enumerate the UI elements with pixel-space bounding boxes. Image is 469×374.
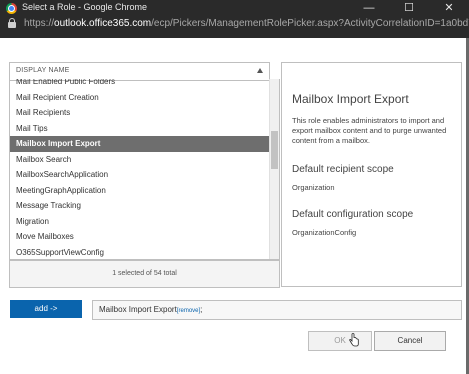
url-host: outlook.office365.com <box>54 18 152 29</box>
url-path: /ecp/Pickers/ManagementRolePicker.aspx?A… <box>151 18 469 29</box>
list-item[interactable]: O365SupportViewConfig <box>10 245 269 260</box>
list-item[interactable]: Mail Enabled Public Folders <box>10 79 269 90</box>
selected-role-entry: Mailbox Import Export[remove]; <box>99 305 202 314</box>
browser-titlebar: Select a Role - Google Chrome — ☐ ✕ http… <box>0 0 469 38</box>
role-description: This role enables administrators to impo… <box>292 116 447 145</box>
list-item-selected[interactable]: Mailbox Import Export <box>10 136 269 152</box>
list-item[interactable]: Migration <box>10 214 269 230</box>
window-title: Select a Role - Google Chrome <box>22 2 148 12</box>
cancel-button[interactable]: Cancel <box>374 331 446 351</box>
list-scrollbar[interactable] <box>269 79 279 259</box>
list-item[interactable]: Mail Recipients <box>10 105 269 121</box>
close-button[interactable]: ✕ <box>436 0 462 17</box>
recipient-scope-value: Organization <box>292 183 335 192</box>
url-prefix: https:// <box>24 18 55 29</box>
list-item[interactable]: MailboxSearchApplication <box>10 167 269 183</box>
configuration-scope-heading: Default configuration scope <box>292 209 414 220</box>
selected-roles-field[interactable]: Mailbox Import Export[remove]; <box>92 300 462 320</box>
sort-ascending-icon[interactable] <box>257 68 263 73</box>
role-list[interactable]: Mail Enabled Public Folders Mail Recipien… <box>9 79 280 260</box>
hand-pointer-cursor-icon <box>349 333 359 347</box>
column-header-label: DISPLAY NAME <box>16 67 70 74</box>
configuration-scope-value: OrganizationConfig <box>292 228 357 237</box>
selected-role-name: Mailbox Import Export <box>99 305 177 314</box>
list-item[interactable]: Mailbox Search <box>10 152 269 168</box>
list-item[interactable]: Message Tracking <box>10 198 269 214</box>
list-item[interactable]: Mail Tips <box>10 121 269 137</box>
role-details-pane: Mailbox Import Export This role enables … <box>281 79 462 287</box>
selection-status-bar: 1 selected of 54 total <box>9 260 280 288</box>
add-button[interactable]: add -> <box>10 300 82 318</box>
recipient-scope-heading: Default recipient scope <box>292 164 394 175</box>
entry-separator: ; <box>200 305 203 314</box>
maximize-button[interactable]: ☐ <box>396 0 422 17</box>
chrome-icon <box>6 3 17 14</box>
list-item[interactable]: MeetingGraphApplication <box>10 183 269 199</box>
list-item[interactable]: Move Mailboxes <box>10 229 269 245</box>
remove-link[interactable]: [remove] <box>177 308 200 314</box>
ok-button[interactable]: OK <box>308 331 372 351</box>
minimize-button[interactable]: — <box>356 0 382 17</box>
role-title: Mailbox Import Export <box>292 92 409 106</box>
scrollbar-thumb[interactable] <box>271 131 278 169</box>
lock-icon <box>8 18 16 28</box>
role-list-items: Mail Enabled Public Folders Mail Recipien… <box>10 79 269 260</box>
address-bar[interactable]: https://outlook.office365.com/ecp/Picker… <box>24 18 469 29</box>
selection-count: 1 selected of 54 total <box>112 270 177 277</box>
list-item[interactable]: Mail Recipient Creation <box>10 90 269 106</box>
